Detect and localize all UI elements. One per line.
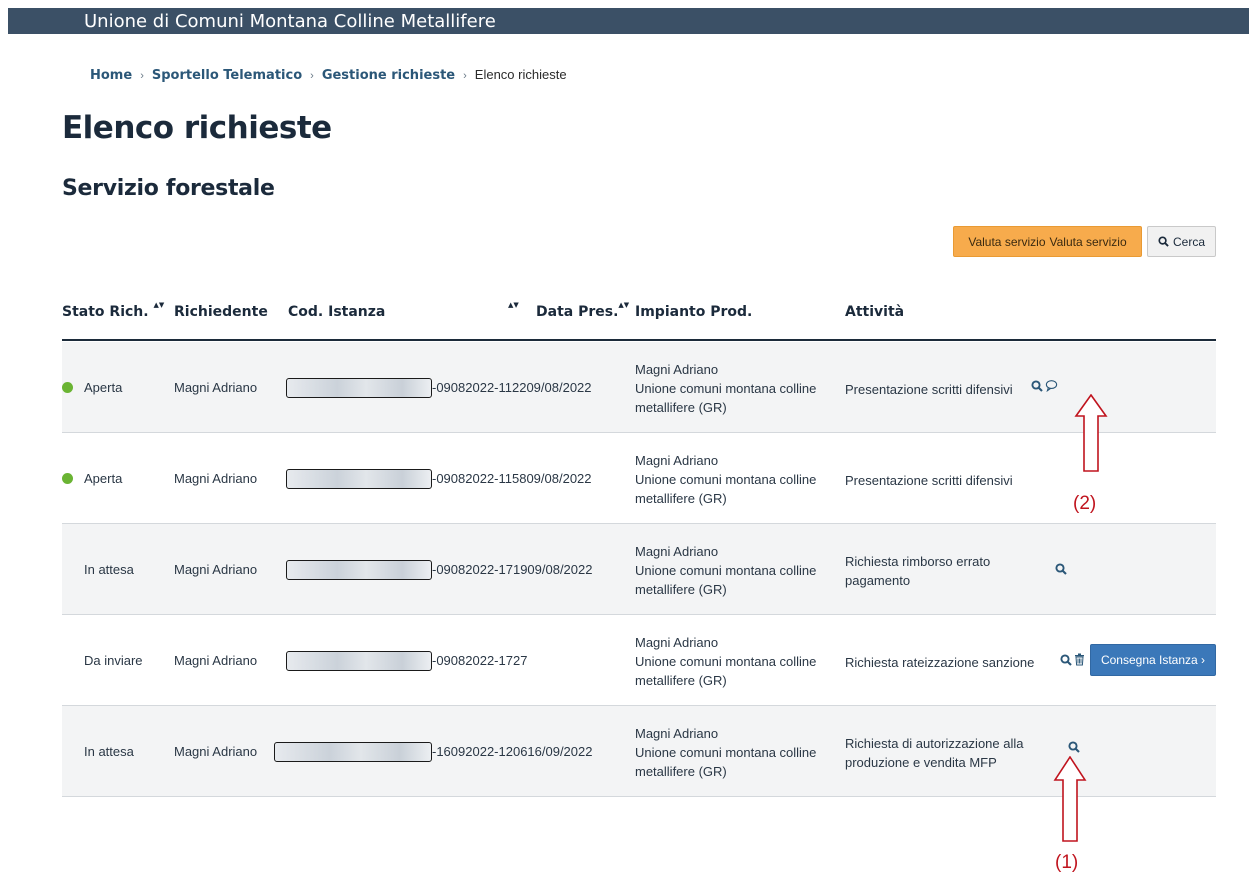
section-title: Servizio forestale (62, 176, 275, 201)
impianto-name: Magni Adriano (635, 635, 719, 650)
attivita: Richiesta rateizzazione sanzione (845, 655, 1035, 670)
annotation-label-1: (1) (1055, 852, 1079, 873)
breadcrumb-sportello[interactable]: Sportello Telematico (152, 68, 302, 83)
table-row: In attesa Magni Adriano -16092022-120616… (62, 706, 1216, 797)
breadcrumb-separator: › (140, 70, 144, 82)
column-data[interactable]: Data Pres.▲▼ (536, 301, 629, 320)
search-icon[interactable] (1055, 563, 1067, 575)
sort-icon[interactable]: ▲▼ (508, 301, 519, 309)
search-icon[interactable] (1060, 654, 1072, 666)
cerca-button[interactable]: Cerca (1147, 226, 1216, 257)
search-icon[interactable] (1031, 380, 1043, 392)
column-codice: Cod. Istanza (288, 304, 386, 320)
redacted-code (286, 378, 432, 398)
impianto-name: Magni Adriano (635, 544, 719, 559)
status-text: In attesa (84, 744, 134, 759)
trash-icon[interactable] (1074, 653, 1085, 666)
status-text: Aperta (84, 380, 123, 395)
redacted-code (274, 742, 432, 762)
breadcrumb-separator: › (463, 70, 467, 82)
column-label: Data Pres. (536, 304, 619, 320)
column-stato[interactable]: Stato Rich. ▲▼ (62, 301, 164, 320)
impianto: Magni Adriano Unione comuni montana coll… (635, 542, 835, 599)
impianto: Magni Adriano Unione comuni montana coll… (635, 724, 835, 781)
impianto-desc: Unione comuni montana colline metallifer… (635, 381, 817, 415)
impianto-name: Magni Adriano (635, 726, 719, 741)
cerca-label: Cerca (1172, 234, 1205, 249)
table-row: Aperta Magni Adriano -09082022-115809/08… (62, 433, 1216, 524)
status-text: In attesa (84, 562, 134, 577)
richiedente: Magni Adriano (174, 744, 258, 759)
column-richiedente: Richiedente (174, 304, 268, 320)
richiedente: Magni Adriano (174, 380, 258, 395)
attivita: Richiesta rimborso errato pagamento (845, 554, 991, 588)
breadcrumb-gestione[interactable]: Gestione richieste (322, 68, 455, 83)
site-title[interactable]: Unione di Comuni Montana Colline Metalli… (84, 11, 496, 32)
table-row: In attesa Magni Adriano -09082022-171909… (62, 524, 1216, 615)
code-suffix: -09082022-1727 (432, 653, 528, 668)
impianto: Magni Adriano Unione comuni montana coll… (635, 360, 835, 417)
valuta-servizio-button[interactable]: Valuta servizio Valuta servizio (953, 226, 1142, 257)
richiedente: Magni Adriano (174, 562, 258, 577)
redacted-code (286, 560, 432, 580)
redacted-code (286, 469, 432, 489)
column-codice-sort[interactable]: ▲▼ (508, 301, 519, 320)
table-header-divider (62, 339, 1216, 341)
consegna-istanza-button[interactable]: Consegna Istanza › (1090, 644, 1216, 676)
up-arrow-icon (1053, 756, 1087, 842)
sort-icon[interactable]: ▲▼ (618, 301, 629, 309)
sort-icon[interactable]: ▲▼ (153, 301, 164, 309)
attivita: Presentazione scritti difensivi (845, 473, 1013, 488)
up-arrow-icon (1074, 394, 1108, 472)
breadcrumb-home[interactable]: Home (90, 68, 132, 83)
richiedente: Magni Adriano (174, 471, 258, 486)
code-suffix: -16092022-120616/09/2022 (432, 744, 593, 759)
impianto-desc: Unione comuni montana colline metallifer… (635, 654, 817, 688)
status-text: Aperta (84, 471, 123, 486)
comment-icon[interactable] (1045, 379, 1058, 392)
column-label: Stato Rich. (62, 304, 149, 320)
status-text: Da inviare (84, 653, 143, 668)
code-suffix: -09082022-171909/08/2022 (432, 562, 593, 577)
impianto-desc: Unione comuni montana colline metallifer… (635, 563, 817, 597)
top-bar: Unione di Comuni Montana Colline Metalli… (8, 8, 1249, 34)
impianto-desc: Unione comuni montana colline metallifer… (635, 472, 817, 506)
table-header: Stato Rich. ▲▼ Richiedente Cod. Istanza … (62, 298, 1216, 338)
search-icon (1158, 236, 1169, 247)
richiedente: Magni Adriano (174, 653, 258, 668)
impianto-name: Magni Adriano (635, 362, 719, 377)
status-dot (62, 382, 73, 393)
breadcrumb-separator: › (310, 70, 314, 82)
table-row: Da inviare Magni Adriano -09082022-1727 … (62, 615, 1216, 706)
impianto-name: Magni Adriano (635, 453, 719, 468)
column-impianto: Impianto Prod. (635, 304, 753, 320)
attivita: Presentazione scritti difensivi (845, 382, 1013, 397)
breadcrumb-current: Elenco richieste (474, 67, 567, 82)
impianto: Magni Adriano Unione comuni montana coll… (635, 633, 835, 690)
attivita: Richiesta di autorizzazione alla produzi… (845, 736, 1024, 770)
status-dot (62, 473, 73, 484)
breadcrumb: Home › Sportello Telematico › Gestione richi… (90, 67, 567, 83)
code-suffix: -09082022-115809/08/2022 (432, 471, 592, 486)
redacted-code (286, 651, 432, 671)
annotation-label-2: (2) (1073, 493, 1097, 514)
impianto-desc: Unione comuni montana colline metallifer… (635, 745, 817, 779)
impianto: Magni Adriano Unione comuni montana coll… (635, 451, 835, 508)
search-icon[interactable] (1068, 741, 1080, 753)
valuta-label: Valuta servizio (968, 234, 1046, 249)
valuta-label: Valuta servizio (1049, 234, 1127, 249)
column-attivita: Attività (845, 304, 905, 320)
code-suffix: -09082022-112209/08/2022 (432, 380, 592, 395)
page-title: Elenco richieste (62, 110, 332, 146)
table-row: Aperta Magni Adriano -09082022-112209/08… (62, 342, 1216, 433)
